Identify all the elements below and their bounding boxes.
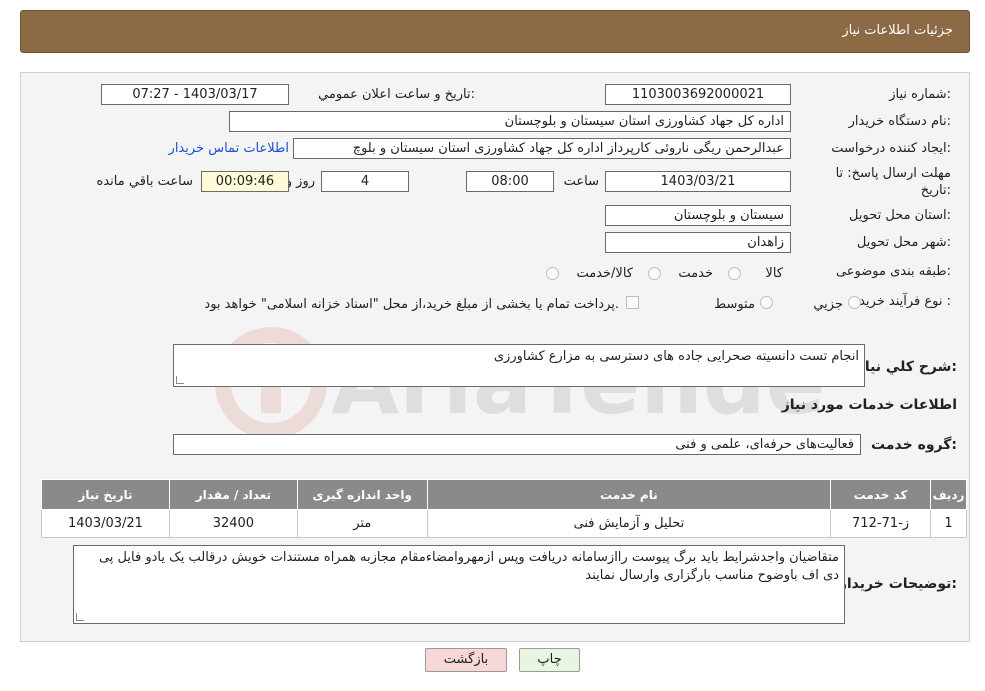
category-service-radio[interactable] xyxy=(648,267,661,280)
col-header-need-date: تاريخ نياز xyxy=(41,479,170,510)
cell-quantity: 32400 xyxy=(168,509,298,538)
remaining-time-field: 00:09:46 xyxy=(201,171,289,192)
deadline-time-label: ساعت xyxy=(563,174,599,189)
resize-handle-icon[interactable] xyxy=(76,613,84,621)
purchase-medium-label: متوسط xyxy=(714,297,755,312)
category-goods-label: كالا xyxy=(765,266,783,281)
deadline-time-field[interactable]: 08:00 xyxy=(466,171,554,192)
remaining-time-label: ساعت باقي مانده xyxy=(96,174,193,189)
cell-row-number: 1 xyxy=(930,509,967,538)
category-goods-radio[interactable] xyxy=(728,267,741,280)
buyer-notes-textarea[interactable]: متقاضيان واجدشرايط بايد برگ پيوست رااز‌س… xyxy=(73,545,845,624)
need-number-field[interactable]: 1103003692000021 xyxy=(605,84,791,105)
delivery-city-field[interactable]: زاهدان xyxy=(605,232,791,253)
col-header-quantity: تعداد / مقدار xyxy=(168,479,298,510)
category-goods-service-radio[interactable] xyxy=(546,267,559,280)
services-table: رديف كد خدمت نام خدمت واحد اندازه گيری ت… xyxy=(41,479,967,538)
purchase-minor-label: جزيي xyxy=(813,297,843,312)
requester-field[interactable]: عبدالرحمن ريگی ناروئی كارپرداز اداره كل … xyxy=(293,138,791,159)
summary-textarea[interactable]: انجام تست دانسيته صحرايی جاده های دسترسی… xyxy=(173,344,865,387)
treasury-payment-note: پرداخت تمام يا بخشی از مبلغ خريد،از محل … xyxy=(204,297,619,312)
services-section-title: اطلاعات خدمات مورد نياز xyxy=(781,397,957,413)
details-panel: AriaTender.neT شماره نياز: 1103003692000… xyxy=(20,72,970,642)
back-button[interactable]: بازگشت xyxy=(425,648,507,672)
subject-category-label: طبقه بندی موضوعی: xyxy=(835,264,951,279)
service-group-field[interactable]: فعاليت‌های حرفه‌ای، علمی و فنی xyxy=(173,434,861,455)
category-service-label: خدمت xyxy=(678,266,713,281)
days-label: روز و xyxy=(285,174,315,189)
treasury-payment-checkbox[interactable] xyxy=(626,296,639,309)
page-title: جزئيات اطلاعات نياز xyxy=(842,23,953,38)
summary-label: شرح كلي نياز: xyxy=(856,359,957,375)
col-header-row-number: رديف xyxy=(930,479,967,510)
buyer-notes-label: توضيحات خريدار: xyxy=(838,576,957,592)
need-number-label: شماره نياز: xyxy=(889,87,951,102)
buyer-org-label: نام دستگاه خريدار: xyxy=(848,114,951,129)
buyer-org-field[interactable]: اداره كل جهاد كشاورزی استان سيستان و بلو… xyxy=(229,111,791,132)
cell-service-code: ز-71-712 xyxy=(830,509,932,538)
delivery-province-field[interactable]: سيستان و بلوچستان xyxy=(605,205,791,226)
requester-label: ايجاد كننده درخواست: xyxy=(831,141,951,156)
buyer-contact-link[interactable]: اطلاعات تماس خريدار xyxy=(169,141,289,156)
summary-text: انجام تست دانسيته صحرايی جاده های دسترسی… xyxy=(493,349,859,364)
service-group-label: گروه خدمت: xyxy=(871,437,957,453)
purchase-type-label: نوع فرآيند خريد : xyxy=(859,294,951,309)
resize-handle-icon[interactable] xyxy=(176,376,184,384)
purchase-medium-radio[interactable] xyxy=(760,296,773,309)
remaining-days-field[interactable]: 4 xyxy=(321,171,409,192)
table-header-row: رديف كد خدمت نام خدمت واحد اندازه گيری ت… xyxy=(41,479,967,510)
announce-datetime-field[interactable]: 1403/03/17 - 07:27 xyxy=(101,84,289,105)
col-header-service-name: نام خدمت xyxy=(426,479,832,510)
delivery-city-label: شهر محل تحويل: xyxy=(856,235,951,250)
col-header-unit: واحد اندازه گيری xyxy=(296,479,428,510)
deadline-label: مهلت ارسال پاسخ: تا تاريخ: xyxy=(835,166,951,198)
purchase-minor-radio[interactable] xyxy=(848,296,861,309)
buyer-notes-text: متقاضيان واجدشرايط بايد برگ پيوست رااز‌س… xyxy=(98,550,839,583)
category-goods-service-label: كالا/خدمت xyxy=(576,266,633,281)
cell-service-name: تحليل و آزمايش فنی xyxy=(426,509,832,538)
col-header-service-code: كد خدمت xyxy=(830,479,932,510)
delivery-province-label: استان محل تحويل: xyxy=(849,208,951,223)
table-row[interactable]: 1 ز-71-712 تحليل و آزمايش فنی متر 32400 … xyxy=(41,509,967,538)
announce-datetime-label: تاريخ و ساعت اعلان عمومي: xyxy=(318,87,475,102)
deadline-date-field[interactable]: 1403/03/21 xyxy=(605,171,791,192)
page-header: جزئيات اطلاعات نياز xyxy=(20,10,970,53)
cell-need-date: 1403/03/21 xyxy=(41,509,170,538)
cell-unit: متر xyxy=(296,509,428,538)
print-button[interactable]: چاپ xyxy=(519,648,580,672)
